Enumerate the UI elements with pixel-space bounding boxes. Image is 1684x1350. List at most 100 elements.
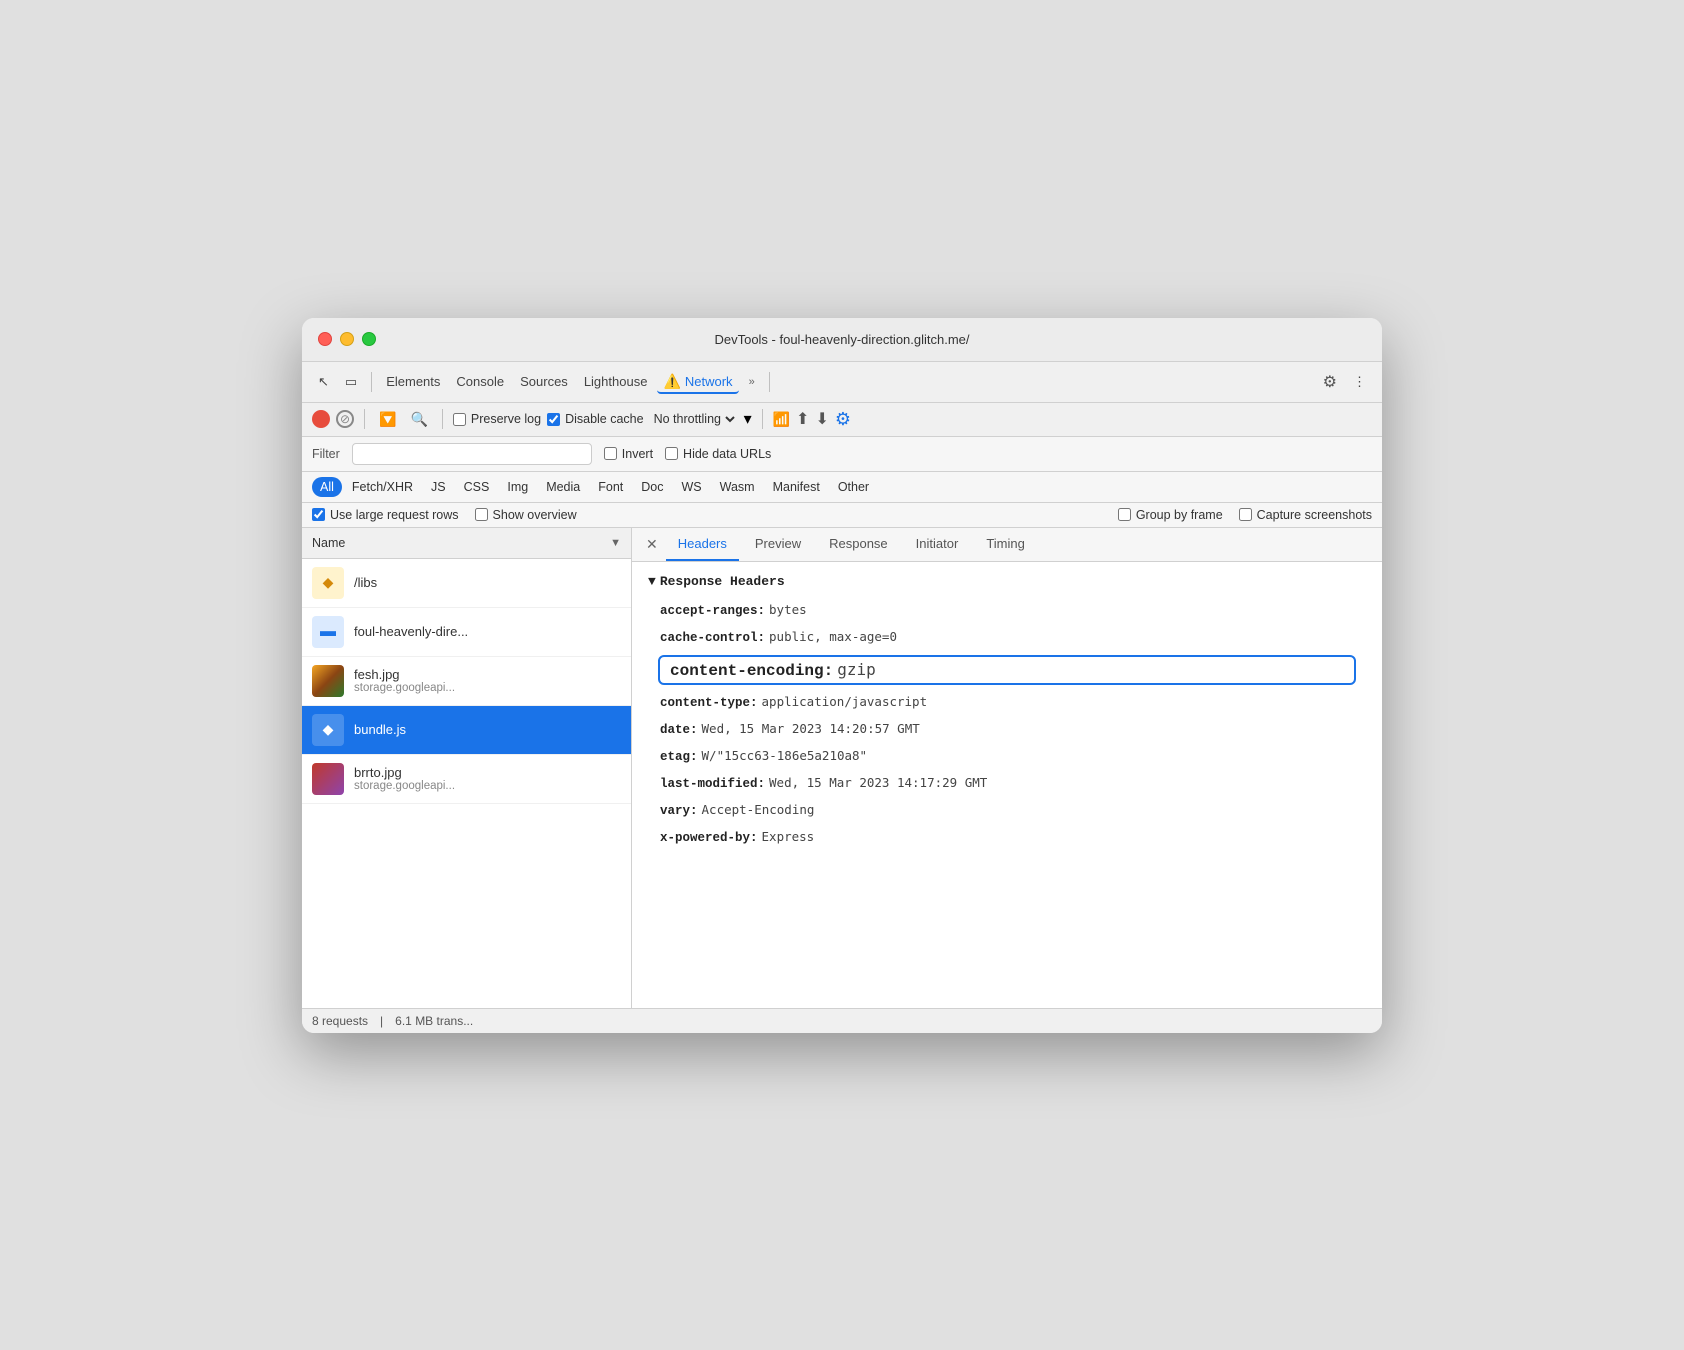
block-button[interactable]: ⊘ xyxy=(336,410,354,428)
status-bar: 8 requests | 6.1 MB trans... xyxy=(302,1008,1382,1033)
group-by-frame-label[interactable]: Group by frame xyxy=(1118,508,1223,522)
tab-elements[interactable]: Elements xyxy=(380,370,446,393)
doc-icon: ▬ xyxy=(320,623,336,641)
group-by-frame-checkbox[interactable] xyxy=(1118,508,1131,521)
tab-network[interactable]: ⚠️ Network xyxy=(657,369,738,394)
file-list: Name ▼ ◆ /libs ▬ foul-heavenly-dire... xyxy=(302,528,632,1008)
header-value: application/javascript xyxy=(762,692,928,712)
filter-type-font[interactable]: Font xyxy=(590,477,631,497)
filter-type-ws[interactable]: WS xyxy=(673,477,709,497)
filter-type-all[interactable]: All xyxy=(312,477,342,497)
record-button[interactable] xyxy=(312,410,330,428)
invert-checkbox[interactable] xyxy=(604,447,617,460)
filter-row: Filter Invert Hide data URLs xyxy=(302,437,1382,472)
list-item[interactable]: ◆ /libs xyxy=(302,559,631,608)
tab-initiator[interactable]: Initiator xyxy=(904,528,971,561)
file-host: storage.googleapi... xyxy=(354,780,621,792)
list-item[interactable]: ◆ bundle.js xyxy=(302,706,631,755)
file-icon-img xyxy=(312,665,344,697)
close-button[interactable] xyxy=(318,332,332,346)
header-row: content-type: application/javascript xyxy=(648,689,1366,716)
header-row: last-modified: Wed, 15 Mar 2023 14:17:29… xyxy=(648,770,1366,797)
maximize-button[interactable] xyxy=(362,332,376,346)
main-content: Name ▼ ◆ /libs ▬ foul-heavenly-dire... xyxy=(302,528,1382,1008)
tab-console[interactable]: Console xyxy=(450,370,510,393)
tab-headers[interactable]: Headers xyxy=(666,528,739,561)
disable-cache-label[interactable]: Disable cache xyxy=(547,412,644,426)
filter-type-img[interactable]: Img xyxy=(499,477,536,497)
filter-button[interactable]: 🔽 xyxy=(375,409,400,430)
filter-type-wasm[interactable]: Wasm xyxy=(712,477,763,497)
header-key: vary: xyxy=(660,801,698,821)
hide-data-urls-label[interactable]: Hide data URLs xyxy=(665,447,771,461)
header-key: cache-control: xyxy=(660,628,765,648)
filter-icon: 🔽 xyxy=(379,411,396,427)
filter-type-doc[interactable]: Doc xyxy=(633,477,671,497)
name-column-header: Name xyxy=(312,536,345,550)
header-row: x-powered-by: Express xyxy=(648,824,1366,851)
header-key: x-powered-by: xyxy=(660,828,758,848)
throttle-select[interactable]: No throttling xyxy=(650,411,738,427)
header-row: etag: W/"15cc63-186e5a210a8" xyxy=(648,743,1366,770)
file-info: /libs xyxy=(354,575,621,590)
file-info: bundle.js xyxy=(354,722,621,737)
response-headers-title: ▼ Response Headers xyxy=(648,574,1366,589)
preserve-log-label[interactable]: Preserve log xyxy=(453,412,541,426)
file-icon-js-selected: ◆ xyxy=(312,714,344,746)
filter-type-js[interactable]: JS xyxy=(423,477,454,497)
list-item[interactable]: ▬ foul-heavenly-dire... xyxy=(302,608,631,657)
large-rows-checkbox[interactable] xyxy=(312,508,325,521)
capture-screenshots-checkbox[interactable] xyxy=(1239,508,1252,521)
throttle-dropdown-icon: ▾ xyxy=(744,409,752,429)
tab-timing[interactable]: Timing xyxy=(974,528,1037,561)
large-rows-label[interactable]: Use large request rows xyxy=(312,508,459,522)
header-value: public, max-age=0 xyxy=(769,627,897,647)
file-name: foul-heavenly-dire... xyxy=(354,624,621,639)
upload-icon[interactable]: ⬆ xyxy=(796,409,809,429)
transferred-size: 6.1 MB trans... xyxy=(395,1014,473,1028)
more-options-button[interactable]: ⋮ xyxy=(1347,370,1372,394)
section-title-text: Response Headers xyxy=(660,574,785,589)
hide-data-urls-checkbox[interactable] xyxy=(665,447,678,460)
minimize-button[interactable] xyxy=(340,332,354,346)
filter-input[interactable] xyxy=(352,443,592,465)
header-value: Express xyxy=(762,827,815,847)
options-row: Use large request rows Show overview Gro… xyxy=(302,503,1382,528)
actions-sep xyxy=(364,409,365,429)
capture-screenshots-label[interactable]: Capture screenshots xyxy=(1239,508,1372,522)
show-overview-label[interactable]: Show overview xyxy=(475,508,577,522)
invert-label[interactable]: Invert xyxy=(604,447,653,461)
tab-preview[interactable]: Preview xyxy=(743,528,813,561)
filter-type-manifest[interactable]: Manifest xyxy=(765,477,828,497)
cursor-tool-button[interactable]: ↖ xyxy=(312,370,335,394)
header-key: last-modified: xyxy=(660,774,765,794)
tab-response[interactable]: Response xyxy=(817,528,900,561)
close-details-button[interactable]: ✕ xyxy=(642,530,662,559)
search-icon: 🔍 xyxy=(410,411,427,427)
filter-type-fetch[interactable]: Fetch/XHR xyxy=(344,477,421,497)
download-icon[interactable]: ⬇ xyxy=(815,409,828,429)
disable-cache-checkbox[interactable] xyxy=(547,413,560,426)
device-toggle-button[interactable]: ▭ xyxy=(339,370,363,394)
settings-button[interactable]: ⚙ xyxy=(1317,368,1343,396)
tab-lighthouse[interactable]: Lighthouse xyxy=(578,370,654,393)
filter-type-css[interactable]: CSS xyxy=(456,477,498,497)
search-button[interactable]: 🔍 xyxy=(406,409,431,430)
list-item[interactable]: fesh.jpg storage.googleapi... xyxy=(302,657,631,706)
preserve-log-checkbox[interactable] xyxy=(453,413,466,426)
tab-sources[interactable]: Sources xyxy=(514,370,574,393)
options-left: Use large request rows Show overview xyxy=(312,508,577,522)
header-key: content-type: xyxy=(660,693,758,713)
list-item[interactable]: brrto.jpg storage.googleapi... xyxy=(302,755,631,804)
filter-type-media[interactable]: Media xyxy=(538,477,588,497)
network-settings-icon[interactable]: ⚙ xyxy=(835,409,851,430)
more-tabs-button[interactable]: » xyxy=(743,372,761,392)
main-toolbar: ↖ ▭ Elements Console Sources Lighthouse … xyxy=(302,362,1382,403)
header-row: vary: Accept-Encoding xyxy=(648,797,1366,824)
headers-content: ▼ Response Headers accept-ranges: bytes … xyxy=(632,562,1382,1008)
filter-type-other[interactable]: Other xyxy=(830,477,877,497)
actions-toolbar: ⊘ 🔽 🔍 Preserve log Disable cache No thro… xyxy=(302,403,1382,437)
wifi-icon: 📶 xyxy=(773,411,790,428)
sort-icon[interactable]: ▼ xyxy=(610,537,621,549)
show-overview-checkbox[interactable] xyxy=(475,508,488,521)
